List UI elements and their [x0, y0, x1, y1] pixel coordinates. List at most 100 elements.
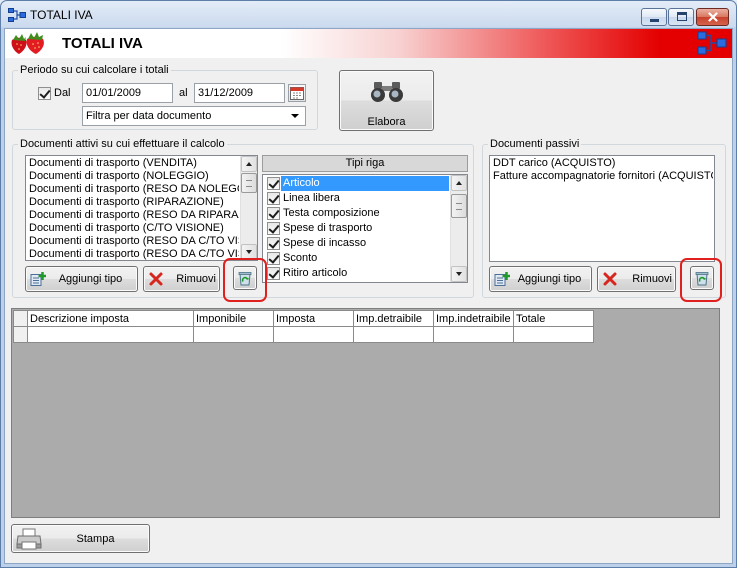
tipo-riga-label: Sconto	[283, 252, 318, 264]
table-header-row: Descrizione imposta Imponibile Imposta I…	[13, 310, 594, 327]
to-date-input[interactable]: 31/12/2009	[194, 83, 285, 103]
column-header-totale[interactable]: Totale	[513, 310, 594, 327]
recycle-bin-icon	[695, 272, 709, 286]
attivi-listbox[interactable]: Documenti di trasporto (VENDITA) Documen…	[25, 155, 258, 261]
list-item[interactable]: Documenti di trasporto (VENDITA)	[27, 157, 239, 170]
tipo-riga-checkbox[interactable]	[267, 177, 280, 190]
passivi-listbox[interactable]: DDT carico (ACQUISTO) Fatture accompagna…	[489, 155, 715, 262]
column-header-imp-indetraibile[interactable]: Imp.indetraibile	[433, 310, 514, 327]
tipi-riga-scrollbar[interactable]	[450, 175, 467, 282]
column-header-imp-detraibile[interactable]: Imp.detraibile	[353, 310, 434, 327]
calendar-icon	[290, 87, 304, 100]
date-filter-select[interactable]: Filtra per data documento	[82, 106, 306, 126]
list-item[interactable]: Documenti di trasporto (RESO DA C/TO VIS	[27, 248, 239, 260]
tipo-riga-checkbox[interactable]	[267, 267, 280, 280]
scroll-up-button[interactable]	[241, 156, 257, 172]
dal-checkbox[interactable]	[38, 87, 51, 100]
elabora-button[interactable]: Elabora	[339, 70, 434, 131]
scroll-down-button[interactable]	[241, 244, 257, 260]
attivi-add-type-label: Aggiungi tipo	[58, 273, 123, 285]
scroll-thumb[interactable]	[241, 173, 257, 193]
binoculars-icon	[371, 82, 403, 102]
date-picker-button[interactable]	[288, 84, 306, 102]
list-item[interactable]: Documenti di trasporto (RESO DA NOLEGGI	[27, 183, 239, 196]
tipo-riga-checkbox[interactable]	[267, 237, 280, 250]
table-row[interactable]	[13, 326, 594, 343]
tipo-riga-item[interactable]: Spese di trasporto	[264, 221, 449, 236]
column-header-imposta[interactable]: Imposta	[273, 310, 354, 327]
tipo-riga-checkbox[interactable]	[267, 222, 280, 235]
strawberry-icon	[9, 31, 49, 55]
table-cell[interactable]	[353, 326, 434, 343]
network-icon	[697, 31, 727, 55]
attivi-remove-label: Rimuovi	[176, 273, 216, 285]
passivi-add-type-label: Aggiungi tipo	[517, 273, 582, 285]
passivi-add-type-button[interactable]: Aggiungi tipo	[489, 266, 592, 292]
tipi-riga-checklist[interactable]: Articolo Linea libera Testa composizione…	[262, 174, 468, 283]
table-cell[interactable]	[273, 326, 354, 343]
remove-icon	[603, 272, 617, 286]
scroll-thumb[interactable]	[451, 194, 467, 218]
remove-icon	[149, 272, 163, 286]
row-header[interactable]	[13, 326, 28, 343]
window-network-icon	[8, 8, 26, 22]
list-item[interactable]: DDT carico (ACQUISTO)	[491, 157, 713, 170]
column-header-imponibile[interactable]: Imponibile	[193, 310, 274, 327]
close-button[interactable]	[696, 8, 729, 26]
passivi-clear-button[interactable]	[690, 266, 714, 290]
tipo-riga-item[interactable]: Ritiro articolo	[264, 266, 449, 281]
minimize-button[interactable]	[641, 8, 667, 26]
table-cell[interactable]	[433, 326, 514, 343]
list-item[interactable]: Fatture accompagnatorie fornitori (ACQUI…	[491, 170, 713, 183]
tipo-riga-label: Spese di incasso	[283, 237, 367, 249]
tipo-riga-checkbox[interactable]	[267, 192, 280, 205]
attivi-remove-button[interactable]: Rimuovi	[143, 266, 220, 292]
list-item[interactable]: Documenti di trasporto (RESO DA RIPARAZI	[27, 209, 239, 222]
column-header-descrizione-imposta[interactable]: Descrizione imposta	[27, 310, 194, 327]
list-item[interactable]: Documenti di trasporto (C/TO VISIONE)	[27, 222, 239, 235]
tipi-riga-header: Tipi riga	[262, 155, 468, 172]
recycle-bin-icon	[238, 272, 252, 286]
minimize-icon	[650, 19, 659, 22]
tipo-riga-checkbox[interactable]	[267, 207, 280, 220]
elabora-label: Elabora	[367, 116, 406, 128]
scroll-down-button[interactable]	[451, 266, 467, 282]
attivi-clear-button[interactable]	[233, 266, 257, 290]
attivi-group-legend: Documenti attivi su cui effettuare il ca…	[18, 138, 227, 151]
add-icon	[494, 272, 510, 286]
tipo-riga-item[interactable]: Linea libera	[264, 191, 449, 206]
dal-label: Dal	[54, 87, 71, 99]
table-cell[interactable]	[193, 326, 274, 343]
tipo-riga-label: Ritiro articolo	[283, 267, 348, 279]
row-header-corner	[13, 310, 28, 327]
passivi-remove-label: Rimuovi	[632, 273, 672, 285]
table-cell[interactable]	[513, 326, 594, 343]
add-icon	[30, 272, 46, 286]
list-item[interactable]: Documenti di trasporto (RIPARAZIONE)	[27, 196, 239, 209]
tipo-riga-label: Spese di trasporto	[283, 222, 373, 234]
maximize-button[interactable]	[668, 8, 694, 26]
al-label: al	[179, 87, 188, 99]
scroll-up-button[interactable]	[451, 175, 467, 191]
page-title: TOTALI IVA	[62, 35, 143, 52]
tipo-riga-label: Testa composizione	[283, 207, 380, 219]
print-button[interactable]: Stampa	[11, 524, 150, 553]
tipo-riga-item[interactable]: Testa composizione	[264, 206, 449, 221]
attivi-add-type-button[interactable]: Aggiungi tipo	[25, 266, 138, 292]
iva-totals-table: Descrizione imposta Imponibile Imposta I…	[13, 310, 594, 343]
tipo-riga-checkbox[interactable]	[267, 252, 280, 265]
maximize-icon	[677, 12, 687, 21]
table-cell[interactable]	[27, 326, 194, 343]
tipo-riga-item[interactable]: Sconto	[264, 251, 449, 266]
passivi-remove-button[interactable]: Rimuovi	[597, 266, 676, 292]
tipo-riga-item[interactable]: Spese di incasso	[264, 236, 449, 251]
list-item[interactable]: Documenti di trasporto (RESO DA C/TO VIS…	[27, 235, 239, 248]
iva-totals-grid[interactable]: Descrizione imposta Imponibile Imposta I…	[11, 308, 720, 518]
attivi-scrollbar[interactable]	[240, 156, 257, 260]
tipo-riga-item[interactable]: Articolo	[264, 176, 449, 191]
passivi-group-legend: Documenti passivi	[488, 138, 582, 151]
tipo-riga-label: Linea libera	[283, 192, 340, 204]
from-date-input[interactable]: 01/01/2009	[82, 83, 173, 103]
list-item[interactable]: Documenti di trasporto (NOLEGGIO)	[27, 170, 239, 183]
date-filter-value: Filtra per data documento	[86, 110, 212, 122]
